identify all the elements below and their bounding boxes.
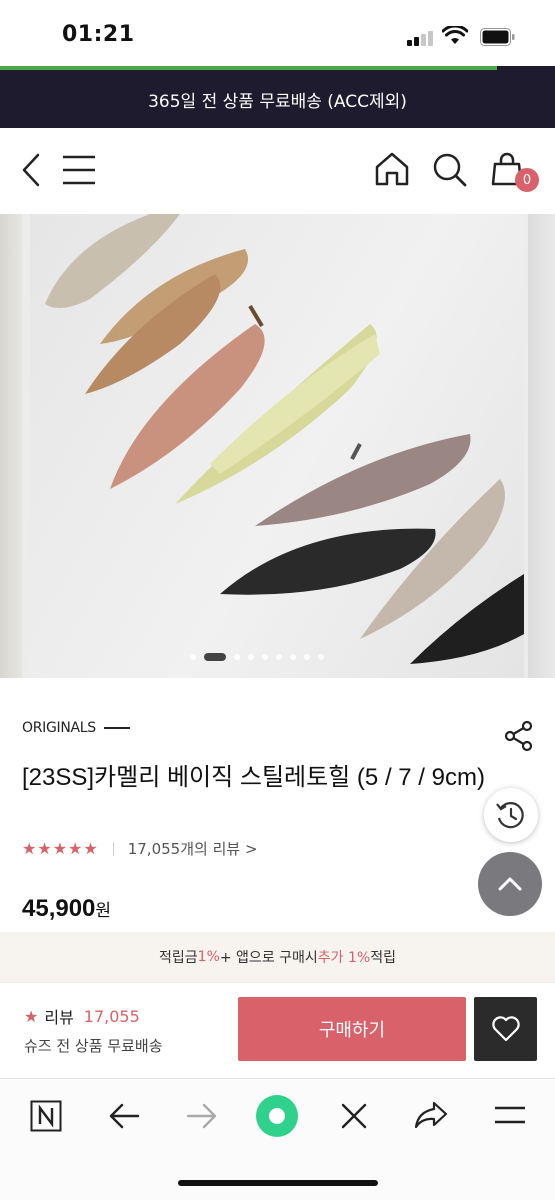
buy-button[interactable]: 구매하기 bbox=[238, 997, 466, 1061]
next-image-peek[interactable] bbox=[528, 214, 555, 678]
green-dot-home-icon[interactable] bbox=[255, 1094, 299, 1138]
gallery-pagination bbox=[190, 652, 324, 662]
wishlist-button[interactable] bbox=[474, 997, 537, 1061]
review-count-link[interactable]: 17,055개의 리뷰 > bbox=[128, 838, 258, 859]
gallery-dot[interactable] bbox=[248, 654, 254, 660]
battery-icon bbox=[480, 28, 515, 46]
gallery-dot[interactable] bbox=[318, 654, 324, 660]
browser-share-icon[interactable] bbox=[414, 1100, 448, 1130]
browser-forward-icon[interactable] bbox=[186, 1102, 218, 1130]
status-bar: 01:21 bbox=[0, 0, 555, 68]
menu-icon[interactable] bbox=[62, 155, 96, 185]
brand-link[interactable]: ORIGINALS bbox=[22, 720, 130, 736]
gallery-dot[interactable] bbox=[290, 654, 296, 660]
close-icon[interactable] bbox=[340, 1102, 368, 1130]
shoes-photo bbox=[45, 214, 524, 664]
previous-image-peek[interactable] bbox=[0, 214, 22, 678]
rating-stars: ★★★★★ bbox=[22, 839, 99, 858]
browser-back-icon[interactable] bbox=[108, 1102, 140, 1130]
shipping-note: 슈즈 전 상품 무료배송 bbox=[24, 1037, 163, 1055]
cart-count-badge: 0 bbox=[515, 168, 539, 192]
status-time: 01:21 bbox=[62, 22, 135, 47]
scroll-to-top-button[interactable] bbox=[478, 852, 542, 916]
product-image-gallery[interactable] bbox=[0, 214, 555, 678]
search-icon[interactable] bbox=[432, 152, 468, 188]
back-arrow-icon[interactable] bbox=[20, 152, 42, 188]
gallery-dot[interactable] bbox=[234, 654, 240, 660]
naver-n-icon[interactable] bbox=[30, 1100, 62, 1132]
gallery-dot[interactable] bbox=[304, 654, 310, 660]
purchase-bar-reviews[interactable]: ★ 리뷰 17,055 bbox=[24, 1004, 140, 1028]
free-shipping-banner[interactable]: 365일 전 상품 무료배송 (ACC제외) bbox=[0, 70, 555, 128]
product-image[interactable] bbox=[30, 214, 524, 678]
banner-text: 365일 전 상품 무료배송 (ACC제외) bbox=[148, 91, 407, 112]
share-icon[interactable] bbox=[504, 720, 534, 752]
chevron-up-icon bbox=[498, 877, 522, 891]
points-notice: 적립금 1% + 앱으로 구매시 추가 1% 적립 bbox=[0, 932, 555, 982]
heart-icon bbox=[491, 1016, 520, 1042]
product-title: [23SS]카멜리 베이직 스틸레토힐 (5 / 7 / 9cm) bbox=[22, 764, 485, 791]
product-price: 45,900원 bbox=[22, 895, 112, 922]
gallery-dot[interactable] bbox=[276, 654, 282, 660]
signal-icon bbox=[407, 30, 435, 46]
gallery-dot[interactable] bbox=[190, 654, 196, 660]
wifi-icon bbox=[442, 26, 468, 44]
rating-row: ★★★★★ 17,055개의 리뷰 > bbox=[22, 838, 258, 859]
home-icon[interactable] bbox=[374, 152, 410, 186]
star-icon: ★ bbox=[24, 1006, 39, 1026]
gallery-dot-active[interactable] bbox=[204, 653, 226, 661]
home-indicator[interactable] bbox=[178, 1180, 378, 1186]
history-clock-icon bbox=[496, 802, 524, 829]
browser-menu-icon[interactable] bbox=[494, 1104, 526, 1128]
brand-name: ORIGINALS bbox=[22, 720, 96, 736]
recently-viewed-button[interactable] bbox=[484, 788, 538, 842]
gallery-dot[interactable] bbox=[262, 654, 268, 660]
